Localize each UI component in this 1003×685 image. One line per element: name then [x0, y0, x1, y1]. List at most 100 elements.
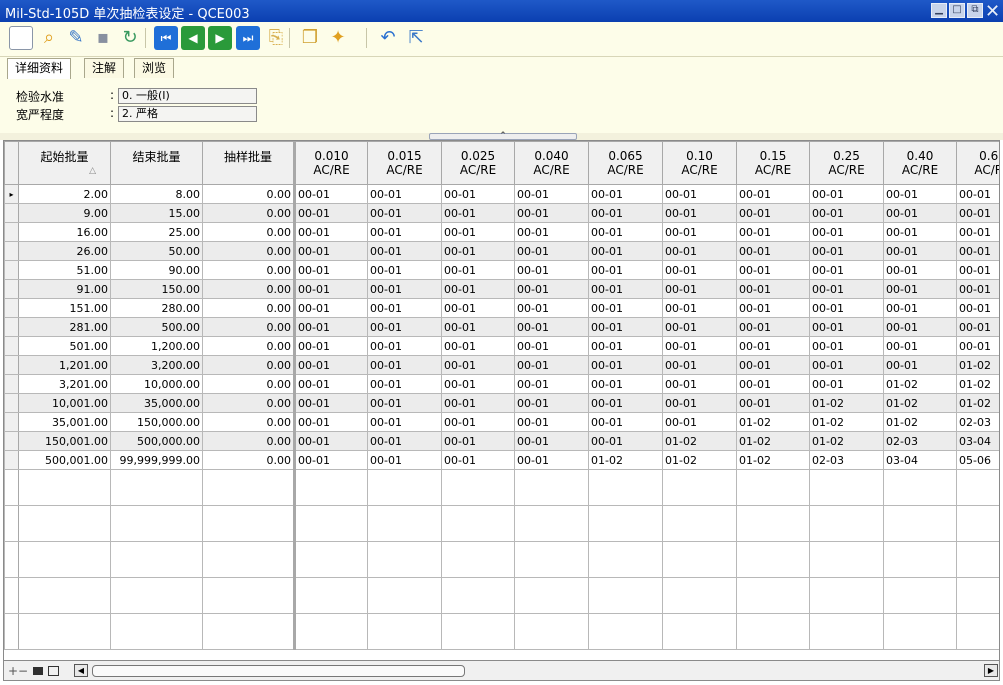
- table-cell[interactable]: 00-01: [441, 393, 515, 413]
- table-cell[interactable]: 150,000.00: [110, 412, 203, 432]
- table-cell[interactable]: 00-01: [736, 260, 810, 280]
- table-cell[interactable]: 00-01: [367, 450, 442, 470]
- table-cell[interactable]: 00-01: [588, 393, 663, 413]
- table-cell[interactable]: 00-01: [736, 222, 810, 242]
- table-cell[interactable]: 00-01: [367, 393, 442, 413]
- row-indicator[interactable]: [4, 298, 19, 318]
- table-cell[interactable]: 00-01: [956, 298, 999, 318]
- row-indicator[interactable]: [4, 412, 19, 432]
- row-indicator[interactable]: [4, 222, 19, 242]
- table-cell[interactable]: 00-01: [736, 317, 810, 337]
- aql-grid[interactable]: 起始批量 △ 结束批量 抽样批量 0.010 AC/RE 0.015 AC/RE 0.025 AC…: [3, 140, 1000, 661]
- table-cell[interactable]: 26.00: [18, 241, 111, 261]
- row-indicator[interactable]: [4, 260, 19, 280]
- save-icon[interactable]: ▪: [91, 26, 115, 50]
- table-cell[interactable]: 00-01: [809, 241, 884, 261]
- scroll-right-button[interactable]: ▶: [984, 664, 998, 677]
- prev-record-icon[interactable]: ◀: [181, 26, 205, 50]
- tab-details[interactable]: 详细资料: [7, 58, 72, 79]
- table-cell[interactable]: 00-01: [662, 317, 737, 337]
- table-cell[interactable]: 00-01: [588, 298, 663, 318]
- table-cell[interactable]: 00-01: [883, 355, 957, 375]
- table-cell[interactable]: 51.00: [18, 260, 111, 280]
- table-cell[interactable]: 00-01: [367, 203, 442, 223]
- table-cell[interactable]: 00-01: [293, 355, 368, 375]
- table-cell[interactable]: 00-01: [588, 241, 663, 261]
- col-header-sample-size[interactable]: 抽样批量: [202, 141, 295, 185]
- table-cell[interactable]: 00-01: [662, 355, 737, 375]
- search-icon[interactable]: ⌕: [37, 26, 61, 50]
- table-cell[interactable]: 0.00: [202, 393, 295, 413]
- table-cell[interactable]: 01-02: [809, 431, 884, 451]
- row-indicator[interactable]: [4, 241, 19, 261]
- table-cell[interactable]: 00-01: [293, 203, 368, 223]
- table-cell[interactable]: 00-01: [367, 184, 442, 204]
- table-cell[interactable]: 00-01: [809, 260, 884, 280]
- table-cell[interactable]: 00-01: [956, 184, 999, 204]
- col-header-end-lot[interactable]: 结束批量: [110, 141, 203, 185]
- table-cell[interactable]: 00-01: [514, 374, 589, 394]
- table-cell[interactable]: 00-01: [441, 431, 515, 451]
- table-cell[interactable]: 00-01: [293, 336, 368, 356]
- table-cell[interactable]: 0.00: [202, 203, 295, 223]
- table-cell[interactable]: 00-01: [956, 222, 999, 242]
- row-indicator[interactable]: [4, 336, 19, 356]
- table-cell[interactable]: 500.00: [110, 317, 203, 337]
- col-header-start-lot[interactable]: 起始批量 △: [18, 141, 111, 185]
- table-cell[interactable]: 00-01: [441, 412, 515, 432]
- table-cell[interactable]: 01-02: [809, 393, 884, 413]
- table-cell[interactable]: 00-01: [293, 279, 368, 299]
- table-cell[interactable]: 1,200.00: [110, 336, 203, 356]
- table-row[interactable]: 281.00 500.00 0.00 00-01 00-01 00-01 00-01 00-0…: [4, 317, 999, 337]
- table-cell[interactable]: 00-01: [293, 317, 368, 337]
- table-cell[interactable]: 01-02: [588, 450, 663, 470]
- table-cell[interactable]: 01-02: [809, 412, 884, 432]
- table-cell[interactable]: 00-01: [367, 336, 442, 356]
- table-cell[interactable]: 15.00: [110, 203, 203, 223]
- table-cell[interactable]: 500,000.00: [110, 431, 203, 451]
- table-cell[interactable]: 00-01: [293, 374, 368, 394]
- table-cell[interactable]: 99,999,999.00: [110, 450, 203, 470]
- col-header-aql[interactable]: 0.015 AC/RE: [367, 141, 442, 185]
- table-cell[interactable]: 00-01: [441, 355, 515, 375]
- table-cell[interactable]: 00-01: [736, 355, 810, 375]
- table-cell[interactable]: 00-01: [883, 222, 957, 242]
- table-cell[interactable]: 35,001.00: [18, 412, 111, 432]
- table-cell[interactable]: 00-01: [883, 241, 957, 261]
- table-cell[interactable]: 00-01: [883, 336, 957, 356]
- table-cell[interactable]: 00-01: [736, 184, 810, 204]
- table-cell[interactable]: 03-04: [883, 450, 957, 470]
- table-row[interactable]: 1,201.00 3,200.00 0.00 00-01 00-01 00-01 00-01…: [4, 355, 999, 375]
- table-cell[interactable]: 9.00: [18, 203, 111, 223]
- table-cell[interactable]: 00-01: [588, 184, 663, 204]
- table-cell[interactable]: 91.00: [18, 279, 111, 299]
- inspection-level-field[interactable]: 0. 一般(I): [118, 88, 257, 104]
- add-row-icon[interactable]: +: [8, 664, 18, 678]
- table-row[interactable]: ▸ 2.00 8.00 0.00 00-01 00-01 00-01 00-01 00-01 00…: [4, 184, 999, 204]
- table-cell[interactable]: 01-02: [736, 450, 810, 470]
- table-cell[interactable]: 00-01: [514, 222, 589, 242]
- col-header-aql[interactable]: 0.25 AC/RE: [809, 141, 884, 185]
- row-indicator[interactable]: [4, 279, 19, 299]
- table-cell[interactable]: 00-01: [441, 317, 515, 337]
- remove-row-icon[interactable]: −: [18, 664, 28, 678]
- table-cell[interactable]: 00-01: [662, 279, 737, 299]
- table-cell[interactable]: 00-01: [367, 241, 442, 261]
- col-header-aql[interactable]: 0.065 AC/RE: [588, 141, 663, 185]
- table-cell[interactable]: 00-01: [809, 279, 884, 299]
- table-cell[interactable]: 0.00: [202, 355, 295, 375]
- table-cell[interactable]: 3,200.00: [110, 355, 203, 375]
- table-cell[interactable]: 00-01: [367, 412, 442, 432]
- table-cell[interactable]: 01-02: [736, 412, 810, 432]
- table-cell[interactable]: 0.00: [202, 298, 295, 318]
- table-cell[interactable]: 00-01: [809, 336, 884, 356]
- table-cell[interactable]: 00-01: [514, 241, 589, 261]
- col-header-aql[interactable]: 0.15 AC/RE: [736, 141, 810, 185]
- table-cell[interactable]: 00-01: [588, 260, 663, 280]
- row-indicator[interactable]: [4, 203, 19, 223]
- table-cell[interactable]: 00-01: [956, 336, 999, 356]
- table-cell[interactable]: 01-02: [662, 450, 737, 470]
- table-cell[interactable]: 0.00: [202, 431, 295, 451]
- table-cell[interactable]: 0.00: [202, 412, 295, 432]
- table-cell[interactable]: 00-01: [956, 317, 999, 337]
